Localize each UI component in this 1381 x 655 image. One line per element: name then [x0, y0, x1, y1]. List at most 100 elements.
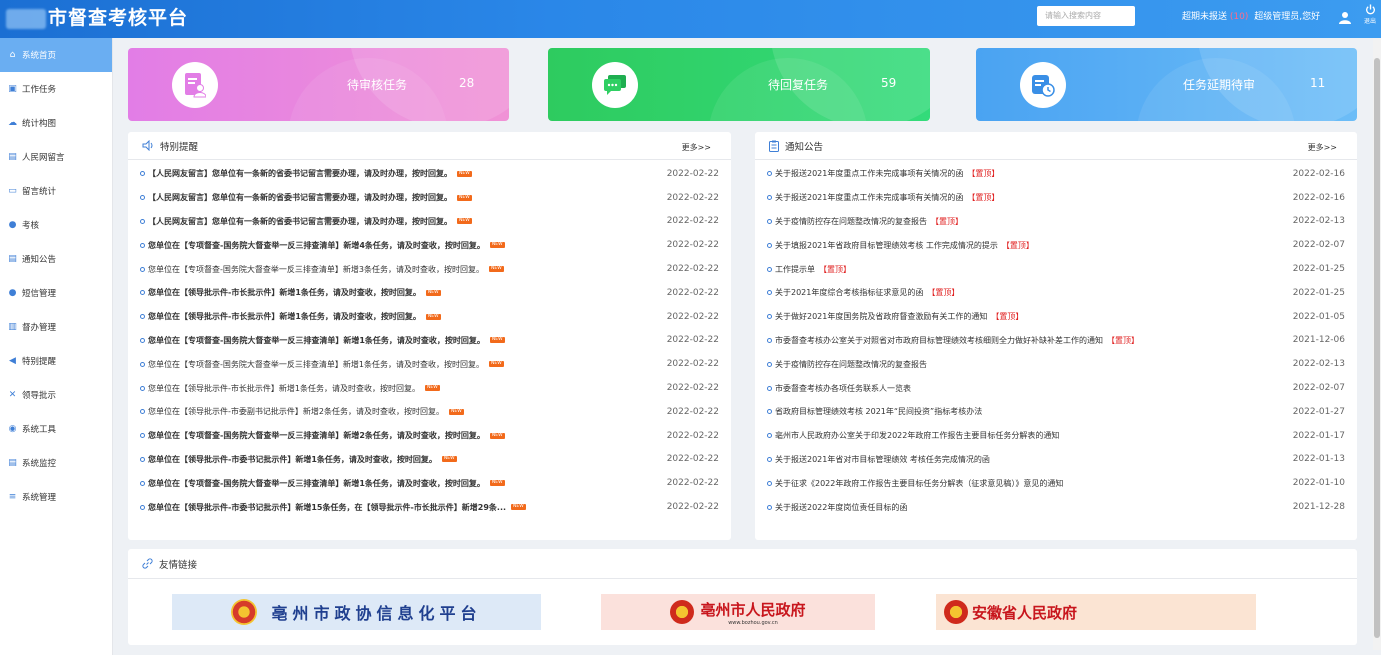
reminder-text[interactable]: 您单位在【领导批示件-市长批示件】新增1条任务，请及时查收，按时回复。 [148, 383, 420, 394]
notice-row[interactable]: 关于报送2021年省对市目标管理绩效 考核任务完成情况的函 2022-01-13 [755, 448, 1357, 472]
card-pending-reply[interactable]: 待回复任务 59 [548, 48, 930, 121]
notice-text[interactable]: 关于疫情防控存在问题整改情况的复查报告 [775, 359, 927, 370]
reminder-text[interactable]: 您单位在【专项督查-国务院大督查举一反三排查清单】新增1条任务，请及时查收，按时… [148, 478, 485, 489]
reminder-text[interactable]: 您单位在【领导批示件-市长批示件】新增1条任务，请及时查收，按时回复。 [148, 311, 421, 322]
app-title: 市督查考核平台 [48, 7, 189, 29]
reminder-row[interactable]: 您单位在【领导批示件-市长批示件】新增1条任务，请及时查收，按时回复。 NEW 20… [128, 305, 731, 329]
notice-row[interactable]: 亳州市人民政府办公室关于印发2022年政府工作报告主要目标任务分解表的通知 202… [755, 424, 1357, 448]
card-pending-review[interactable]: 待审核任务 28 [128, 48, 509, 121]
link-banner-anhui-gov[interactable]: 安徽省人民政府 [936, 594, 1256, 630]
sidebar-item[interactable]: ▤ 系统监控 [0, 446, 112, 480]
notice-text[interactable]: 关于报送2021年省对市目标管理绩效 考核任务完成情况的函 [775, 454, 990, 465]
page-scrollbar[interactable] [1373, 38, 1381, 650]
sidebar-item-label: 系统首页 [22, 51, 57, 61]
notice-row[interactable]: 工作提示单 【置顶】 2022-01-25 [755, 257, 1357, 281]
sidebar-item[interactable]: ▥ 督办管理 [0, 310, 112, 344]
reminder-row[interactable]: 您单位在【专项督查-国务院大督查举一反三排查清单】新增3条任务，请及时查收，按时… [128, 257, 731, 281]
link-banner-cppcc[interactable]: 亳州市政协信息化平台 [172, 594, 541, 630]
notice-text[interactable]: 关于2021年度综合考核指标征求意见的函 [775, 287, 923, 298]
user-icon[interactable] [1339, 11, 1351, 24]
links-header: 友情链接 [128, 549, 1357, 579]
notice-text[interactable]: 亳州市人民政府办公室关于印发2022年政府工作报告主要目标任务分解表的通知 [775, 430, 1059, 441]
reminder-text[interactable]: 【人民网友留言】您单位有一条新的省委书记留言需要办理，请及时办理，按时回复。 [148, 192, 452, 203]
sidebar-item[interactable]: ◀ 特别提醒 [0, 344, 112, 378]
notice-row[interactable]: 关于报送2021年度重点工作未完成事项有关情况的函 【置顶】 2022-02-16 [755, 162, 1357, 186]
card-extension-review[interactable]: 任务延期待审 11 [976, 48, 1357, 121]
bullet-icon [767, 218, 772, 224]
reminder-row[interactable]: 您单位在【领导批示件-市委书记批示件】新增15条任务，在【领导批示件-市长批示件… [128, 495, 731, 519]
reminder-row[interactable]: 您单位在【领导批示件-市委书记批示件】新增1条任务，请及时查收，按时回复。 NEW… [128, 448, 731, 472]
reminder-text[interactable]: 【人民网友留言】您单位有一条新的省委书记留言需要办理，请及时办理，按时回复。 [148, 216, 452, 227]
notice-row[interactable]: 关于征求《2022年政府工作报告主要目标任务分解表（征求意见稿）》意见的通知 20… [755, 471, 1357, 495]
sidebar-item[interactable]: ✕ 领导批示 [0, 378, 112, 412]
notice-row[interactable]: 市委督查考核办各项任务联系人一览表 2022-02-07 [755, 376, 1357, 400]
reminder-row[interactable]: 您单位在【领导批示件-市长批示件】新增1条任务，请及时查收，按时回复。 NEW 20… [128, 376, 731, 400]
notice-text[interactable]: 关于做好2021年度国务院及省政府督查激励有关工作的通知 [775, 311, 987, 322]
reminder-text[interactable]: 您单位在【领导批示件-市委书记批示件】新增1条任务，请及时查收，按时回复。 [148, 454, 437, 465]
reminder-row[interactable]: 您单位在【专项督查-国务院大督查举一反三排查清单】新增1条任务，请及时查收，按时… [128, 352, 731, 376]
reminder-text[interactable]: 您单位在【专项督查-国务院大督查举一反三排查清单】新增1条任务，请及时查收，按时… [148, 359, 484, 370]
logout-button[interactable]: 退出 [1362, 4, 1378, 26]
reminder-row[interactable]: 您单位在【专项督查-国务院大督查举一反三排查清单】新增4条任务，请及时查收，按时… [128, 233, 731, 257]
reminder-row[interactable]: 您单位在【专项督查-国务院大督查举一反三排查清单】新增1条任务，请及时查收，按时… [128, 471, 731, 495]
notice-row[interactable]: 关于疫情防控存在问题整改情况的复查报告 2022-02-13 [755, 352, 1357, 376]
reminder-text[interactable]: 【人民网友留言】您单位有一条新的省委书记留言需要办理，请及时办理，按时回复。 [148, 168, 452, 179]
reminder-text[interactable]: 您单位在【领导批示件-市委副书记批示件】新增2条任务，请及时查收，按时回复。 [148, 406, 444, 417]
bullet-icon [767, 195, 772, 201]
notice-row[interactable]: 关于疫情防控存在问题整改情况的复查报告 【置顶】 2022-02-13 [755, 210, 1357, 234]
notice-row[interactable]: 市委督查考核办公室关于对照省对市政府目标管理绩效考核细则全力做好补缺补差工作的通… [755, 329, 1357, 353]
overdue-link[interactable]: 超期未报送 [1182, 12, 1227, 22]
reminder-text[interactable]: 您单位在【专项督查-国务院大督查举一反三排查清单】新增3条任务，请及时查收，按时… [148, 264, 484, 275]
speaker-icon: ◀ [9, 355, 16, 366]
sidebar-item[interactable]: ▣ 工作任务 [0, 72, 112, 106]
reminder-row[interactable]: 您单位在【领导批示件-市长批示件】新增1条任务，请及时查收，按时回复。 NEW 20… [128, 281, 731, 305]
notice-text[interactable]: 关于填报2021年省政府目标管理绩效考核 工作完成情况的提示 [775, 240, 998, 251]
notice-text[interactable]: 关于报送2021年度重点工作未完成事项有关情况的函 [775, 192, 963, 203]
reminders-more-link[interactable]: 更多>> [682, 142, 711, 153]
reminder-row[interactable]: 您单位在【专项督查-国务院大督查举一反三排查清单】新增2条任务，请及时查收，按时… [128, 424, 731, 448]
notice-text[interactable]: 工作提示单 [775, 264, 815, 275]
sidebar-item[interactable]: ≡ 系统管理 [0, 480, 112, 514]
notice-row[interactable]: 关于报送2021年度重点工作未完成事项有关情况的函 【置顶】 2022-02-16 [755, 186, 1357, 210]
notice-text[interactable]: 市委督查考核办各项任务联系人一览表 [775, 383, 911, 394]
sidebar-item[interactable]: ▤ 通知公告 [0, 242, 112, 276]
reminder-row[interactable]: 【人民网友留言】您单位有一条新的省委书记留言需要办理，请及时办理，按时回复。 NE… [128, 162, 731, 186]
link-banner-bozhou-gov[interactable]: 亳州市人民政府 www.bozhou.gov.cn [601, 594, 875, 630]
new-badge: NEW [424, 385, 440, 392]
scrollbar-thumb[interactable] [1374, 58, 1380, 638]
reminder-row[interactable]: 您单位在【领导批示件-市委副书记批示件】新增2条任务，请及时查收，按时回复。 NE… [128, 400, 731, 424]
reminder-row[interactable]: 【人民网友留言】您单位有一条新的省委书记留言需要办理，请及时办理，按时回复。 NE… [128, 186, 731, 210]
notice-text[interactable]: 关于征求《2022年政府工作报告主要目标任务分解表（征求意见稿）》意见的通知 [775, 478, 1063, 489]
search-input[interactable]: 请输入搜索内容 [1037, 6, 1135, 26]
reminder-date: 2022-02-22 [666, 359, 719, 370]
notice-text[interactable]: 关于报送2022年度岗位责任目标的函 [775, 502, 907, 513]
sidebar-item[interactable]: ⌂ 系统首页 [0, 38, 112, 72]
reminder-row[interactable]: 您单位在【专项督查-国务院大督查举一反三排查清单】新增1条任务，请及时查收，按时… [128, 329, 731, 353]
notice-text[interactable]: 省政府目标管理绩效考核 2021年“民间投资”指标考核办法 [775, 406, 982, 417]
sidebar-item[interactable]: ▭ 留言统计 [0, 174, 112, 208]
reminder-row[interactable]: 【人民网友留言】您单位有一条新的省委书记留言需要办理，请及时办理，按时回复。 NE… [128, 210, 731, 234]
reminder-text[interactable]: 您单位在【领导批示件-市委书记批示件】新增15条任务，在【领导批示件-市长批示件… [148, 502, 506, 513]
reminder-text[interactable]: 您单位在【领导批示件-市长批示件】新增1条任务，请及时查收，按时回复。 [148, 287, 421, 298]
notice-row[interactable]: 关于填报2021年省政府目标管理绩效考核 工作完成情况的提示 【置顶】 2022-0… [755, 233, 1357, 257]
notices-more-link[interactable]: 更多>> [1308, 142, 1337, 153]
notice-row[interactable]: 省政府目标管理绩效考核 2021年“民间投资”指标考核办法 2022-01-27 [755, 400, 1357, 424]
reminder-text[interactable]: 您单位在【专项督查-国务院大督查举一反三排查清单】新增2条任务，请及时查收，按时… [148, 430, 485, 441]
sidebar-item[interactable]: ☁ 统计构图 [0, 106, 112, 140]
overdue-count[interactable]: (10) [1230, 12, 1248, 22]
notice-row[interactable]: 关于做好2021年度国务院及省政府督查激励有关工作的通知 【置顶】 2022-01-… [755, 305, 1357, 329]
reminder-text[interactable]: 您单位在【专项督查-国务院大督查举一反三排查清单】新增1条任务，请及时查收，按时… [148, 335, 485, 346]
sidebar-item[interactable]: ● 短信管理 [0, 276, 112, 310]
notice-text[interactable]: 关于疫情防控存在问题整改情况的复查报告 [775, 216, 927, 227]
sidebar-item[interactable]: ◉ 系统工具 [0, 412, 112, 446]
notice-row[interactable]: 关于报送2022年度岗位责任目标的函 2021-12-28 [755, 495, 1357, 519]
reminder-text[interactable]: 您单位在【专项督查-国务院大督查举一反三排查清单】新增4条任务，请及时查收，按时… [148, 240, 485, 251]
bullet-icon [140, 314, 145, 320]
notice-text[interactable]: 关于报送2021年度重点工作未完成事项有关情况的函 [775, 168, 963, 179]
sidebar-item[interactable]: ▤ 人民网留言 [0, 140, 112, 174]
sidebar-item-label: 人民网留言 [22, 153, 65, 163]
document-icon: ▤ [8, 151, 17, 162]
notice-text[interactable]: 市委督查考核办公室关于对照省对市政府目标管理绩效考核细则全力做好补缺补差工作的通… [775, 335, 1103, 346]
sidebar-item[interactable]: ● 考核 [0, 208, 112, 242]
notice-row[interactable]: 关于2021年度综合考核指标征求意见的函 【置顶】 2022-01-25 [755, 281, 1357, 305]
